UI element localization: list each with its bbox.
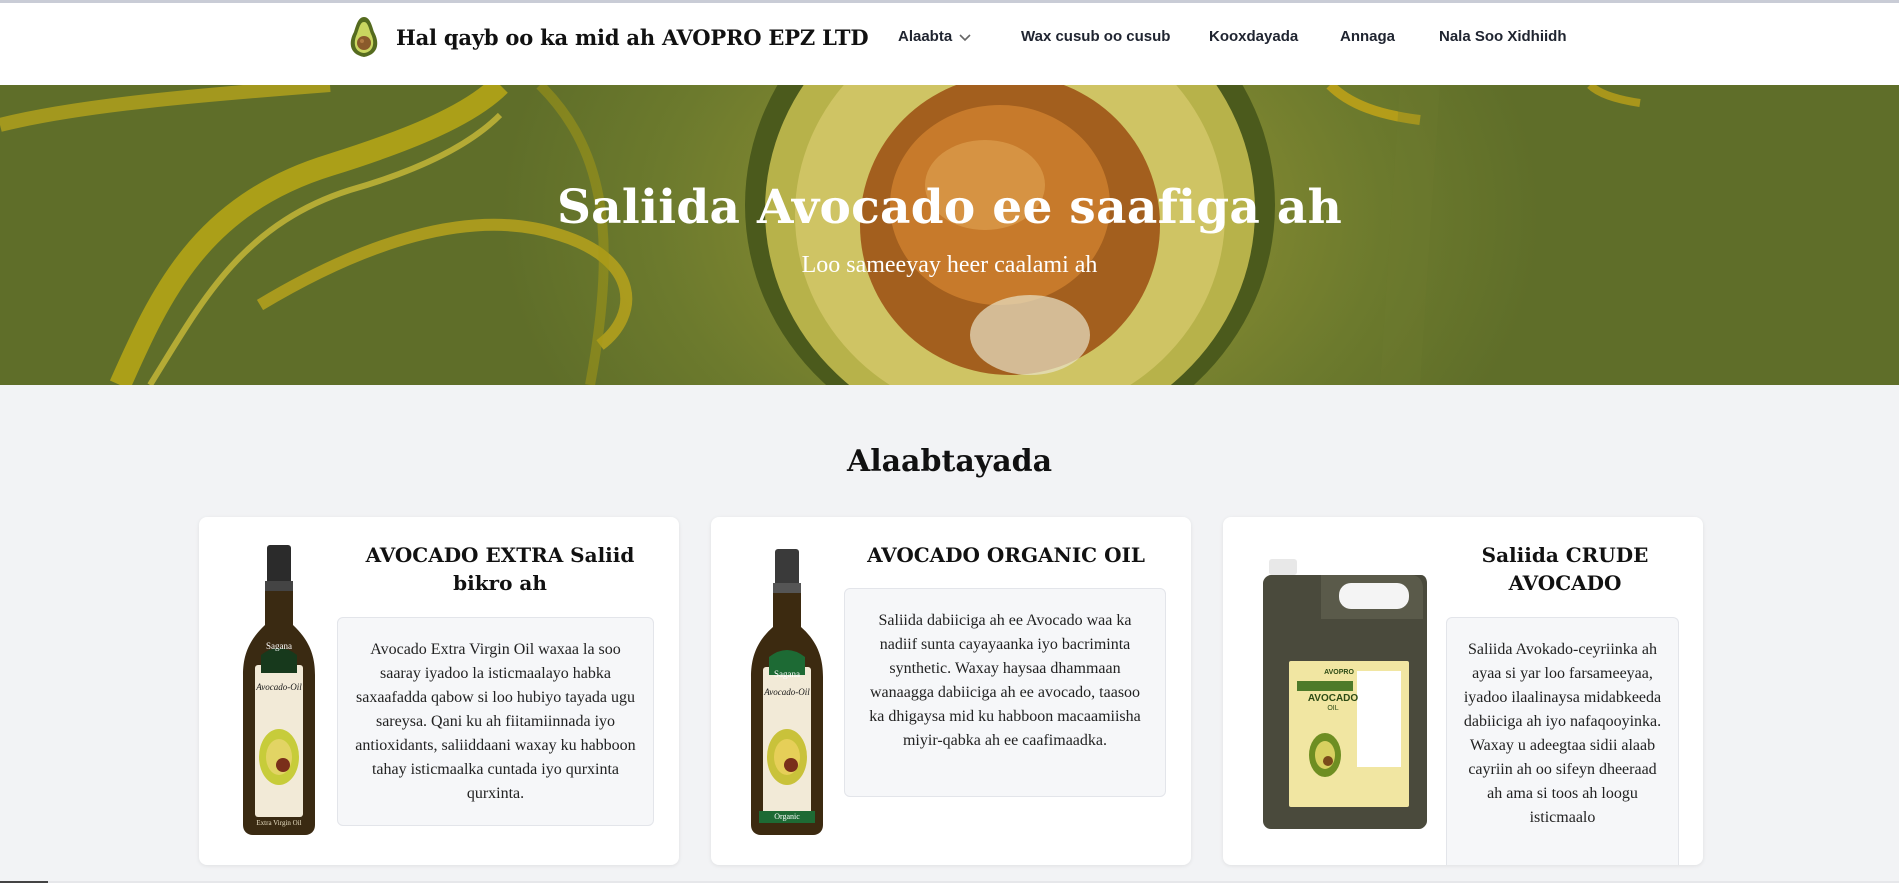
hero-subtitle: Loo sameeyay heer caalami ah bbox=[801, 252, 1098, 278]
product-description: Saliida Avokado-ceyriinka ah ayaa si yar… bbox=[1446, 617, 1679, 865]
nav-item-contact[interactable]: Nala Soo Xidhiidh bbox=[1439, 28, 1567, 45]
avocado-logo-icon bbox=[350, 17, 378, 57]
nav-item-annaga[interactable]: Annaga bbox=[1340, 28, 1395, 45]
bottle-label: Avocado-Oil bbox=[256, 682, 302, 692]
bottle-label: Avocado-Oil bbox=[764, 687, 810, 697]
brand[interactable]: Hal qayb oo ka mid ah AVOPRO EPZ LTD bbox=[344, 14, 869, 60]
product-card-crude[interactable]: AVOPRO AVOCADO OIL Saliida CRUDE AVOCADO… bbox=[1223, 517, 1703, 865]
products-section-title: Alaabtayada bbox=[846, 444, 1053, 479]
product-description: Avocado Extra Virgin Oil waxaa la soo sa… bbox=[337, 617, 654, 826]
chevron-down-icon bbox=[959, 34, 971, 42]
bottle-footer: Organic bbox=[774, 812, 800, 821]
nav-label: Alaabta bbox=[898, 28, 953, 45]
product-card-extra-virgin[interactable]: Sagana Avocado-Oil Extra Virgin Oil AVOC… bbox=[199, 517, 679, 865]
product-title: Saliida CRUDE AVOCADO bbox=[1481, 543, 1649, 595]
bottle-brand: Sagana bbox=[774, 669, 800, 679]
product-title: AVOCADO EXTRA Saliid bikro ah bbox=[365, 543, 635, 595]
nav-item-kooxdayada[interactable]: Kooxdayada bbox=[1209, 28, 1298, 45]
jerrycan-footer: OIL bbox=[1327, 705, 1339, 712]
product-title: AVOCADO ORGANIC OIL bbox=[867, 543, 1145, 567]
bottle-footer: Extra Virgin Oil bbox=[256, 819, 302, 827]
product-card-organic[interactable]: Sagana Avocado-Oil Organic AVOCADO ORGAN… bbox=[711, 517, 1191, 865]
jerrycan-label: AVOCADO bbox=[1307, 693, 1359, 704]
nav-item-alaabta[interactable]: Alaabta bbox=[898, 28, 972, 45]
brand-name: Hal qayb oo ka mid ah AVOPRO EPZ LTD bbox=[396, 24, 869, 50]
jerrycan-brand: AVOPRO bbox=[1324, 669, 1354, 676]
bottle-brand: Sagana bbox=[266, 641, 292, 651]
hero-avocado-oil-image bbox=[0, 85, 1641, 385]
hero-banner: Saliida Avocado ee saafiga ah Loo sameey… bbox=[0, 85, 1899, 385]
site-header: Hal qayb oo ka mid ah AVOPRO EPZ LTD Ala… bbox=[0, 3, 1899, 85]
hero-title: Saliida Avocado ee saafiga ah bbox=[556, 180, 1343, 235]
nav-item-wax-cusub[interactable]: Wax cusub oo cusub bbox=[1021, 28, 1170, 45]
product-description: Saliida dabiiciga ah ee Avocado waa ka n… bbox=[844, 588, 1166, 797]
